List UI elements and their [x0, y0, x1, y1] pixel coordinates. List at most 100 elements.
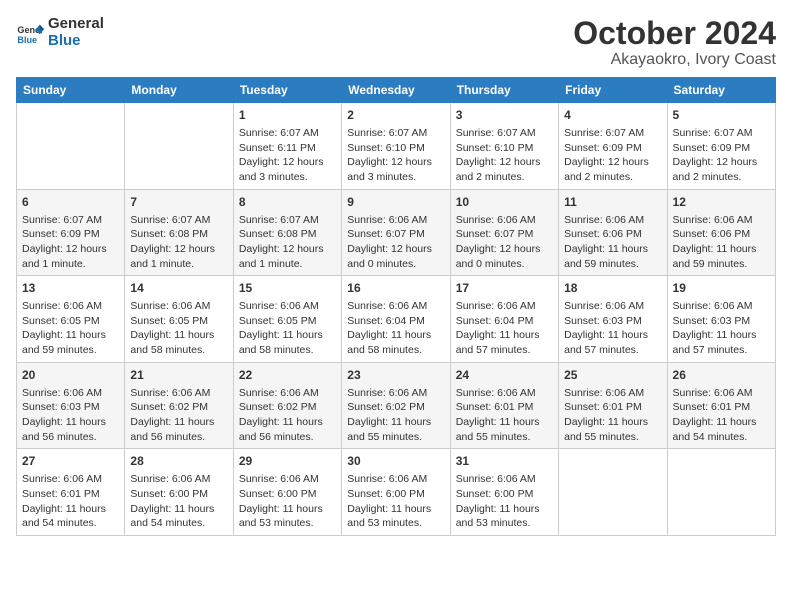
- header-cell-sunday: Sunday: [17, 78, 125, 103]
- header-cell-thursday: Thursday: [450, 78, 558, 103]
- day-detail: Sunrise: 6:06 AMSunset: 6:02 PMDaylight:…: [130, 386, 227, 445]
- header-cell-wednesday: Wednesday: [342, 78, 450, 103]
- day-cell: 31 Sunrise: 6:06 AMSunset: 6:00 PMDayligh…: [450, 449, 558, 536]
- day-detail: Sunrise: 6:06 AMSunset: 6:02 PMDaylight:…: [239, 386, 336, 445]
- svg-text:Blue: Blue: [17, 34, 37, 44]
- day-number: 13: [22, 280, 119, 297]
- day-cell: 8Sunrise: 6:07 AMSunset: 6:08 PMDaylight…: [233, 189, 341, 276]
- day-number: 24: [456, 367, 553, 384]
- day-detail: Sunrise: 6:07 AMSunset: 6:11 PMDaylight:…: [239, 126, 336, 185]
- day-number: 31: [456, 453, 553, 470]
- day-cell: 26 Sunrise: 6:06 AMSunset: 6:01 PMDayligh…: [667, 362, 775, 449]
- day-detail: Sunrise: 6:06 AMSunset: 6:07 PMDaylight:…: [347, 213, 444, 272]
- header-cell-saturday: Saturday: [667, 78, 775, 103]
- day-number: 18: [564, 280, 661, 297]
- day-detail: Sunrise: 6:07 AMSunset: 6:10 PMDaylight:…: [456, 126, 553, 185]
- day-cell: 21Sunrise: 6:06 AMSunset: 6:02 PMDayligh…: [125, 362, 233, 449]
- day-cell: 18 Sunrise: 6:06 AMSunset: 6:03 PMDayligh…: [559, 276, 667, 363]
- day-cell: 1Sunrise: 6:07 AMSunset: 6:11 PMDaylight…: [233, 103, 341, 190]
- day-number: 11: [564, 194, 661, 211]
- day-cell: 22 Sunrise: 6:06 AMSunset: 6:02 PMDayligh…: [233, 362, 341, 449]
- day-detail: Sunrise: 6:06 AMSunset: 6:03 PMDaylight:…: [564, 299, 661, 358]
- day-cell: [559, 449, 667, 536]
- header-cell-friday: Friday: [559, 78, 667, 103]
- day-detail: Sunrise: 6:07 AMSunset: 6:10 PMDaylight:…: [347, 126, 444, 185]
- day-number: 17: [456, 280, 553, 297]
- day-number: 22: [239, 367, 336, 384]
- week-row-3: 13 Sunrise: 6:06 AMSunset: 6:05 PMDayligh…: [17, 276, 776, 363]
- calendar-table: SundayMondayTuesdayWednesdayThursdayFrid…: [16, 77, 776, 536]
- day-cell: 9Sunrise: 6:06 AMSunset: 6:07 PMDaylight…: [342, 189, 450, 276]
- day-cell: 5 Sunrise: 6:07 AMSunset: 6:09 PMDaylight…: [667, 103, 775, 190]
- day-number: 7: [130, 194, 227, 211]
- day-number: 19: [673, 280, 770, 297]
- day-number: 5: [673, 107, 770, 124]
- day-number: 15: [239, 280, 336, 297]
- day-detail: Sunrise: 6:06 AMSunset: 6:01 PMDaylight:…: [456, 386, 553, 445]
- week-row-2: 6 Sunrise: 6:07 AMSunset: 6:09 PMDaylight…: [17, 189, 776, 276]
- day-number: 3: [456, 107, 553, 124]
- day-number: 26: [673, 367, 770, 384]
- day-number: 30: [347, 453, 444, 470]
- day-detail: Sunrise: 6:06 AMSunset: 6:01 PMDaylight:…: [22, 472, 119, 531]
- day-number: 25: [564, 367, 661, 384]
- header-cell-tuesday: Tuesday: [233, 78, 341, 103]
- day-detail: Sunrise: 6:07 AMSunset: 6:09 PMDaylight:…: [564, 126, 661, 185]
- day-detail: Sunrise: 6:06 AMSunset: 6:04 PMDaylight:…: [347, 299, 444, 358]
- day-cell: 4 Sunrise: 6:07 AMSunset: 6:09 PMDaylight…: [559, 103, 667, 190]
- day-detail: Sunrise: 6:06 AMSunset: 6:00 PMDaylight:…: [347, 472, 444, 531]
- day-cell: 17Sunrise: 6:06 AMSunset: 6:04 PMDayligh…: [450, 276, 558, 363]
- day-detail: Sunrise: 6:06 AMSunset: 6:00 PMDaylight:…: [239, 472, 336, 531]
- day-detail: Sunrise: 6:06 AMSunset: 6:00 PMDaylight:…: [456, 472, 553, 531]
- day-detail: Sunrise: 6:07 AMSunset: 6:09 PMDaylight:…: [673, 126, 770, 185]
- day-cell: 14 Sunrise: 6:06 AMSunset: 6:05 PMDayligh…: [125, 276, 233, 363]
- day-detail: Sunrise: 6:06 AMSunset: 6:01 PMDaylight:…: [673, 386, 770, 445]
- day-number: 10: [456, 194, 553, 211]
- logo-icon: General Blue: [16, 19, 44, 47]
- day-detail: Sunrise: 6:06 AMSunset: 6:05 PMDaylight:…: [130, 299, 227, 358]
- day-number: 12: [673, 194, 770, 211]
- day-cell: [667, 449, 775, 536]
- day-cell: 10 Sunrise: 6:06 AMSunset: 6:07 PMDayligh…: [450, 189, 558, 276]
- day-number: 28: [130, 453, 227, 470]
- day-number: 14: [130, 280, 227, 297]
- page-header: General Blue General Blue October 2024 A…: [16, 16, 776, 69]
- day-number: 8: [239, 194, 336, 211]
- day-cell: 29Sunrise: 6:06 AMSunset: 6:00 PMDayligh…: [233, 449, 341, 536]
- day-cell: 30 Sunrise: 6:06 AMSunset: 6:00 PMDayligh…: [342, 449, 450, 536]
- day-detail: Sunrise: 6:06 AMSunset: 6:06 PMDaylight:…: [673, 213, 770, 272]
- day-number: 23: [347, 367, 444, 384]
- day-number: 20: [22, 367, 119, 384]
- logo: General Blue General Blue: [16, 16, 104, 49]
- day-cell: 2 Sunrise: 6:07 AMSunset: 6:10 PMDaylight…: [342, 103, 450, 190]
- day-cell: 20 Sunrise: 6:06 AMSunset: 6:03 PMDayligh…: [17, 362, 125, 449]
- day-detail: Sunrise: 6:06 AMSunset: 6:03 PMDaylight:…: [22, 386, 119, 445]
- day-cell: 3 Sunrise: 6:07 AMSunset: 6:10 PMDaylight…: [450, 103, 558, 190]
- day-number: 2: [347, 107, 444, 124]
- day-detail: Sunrise: 6:06 AMSunset: 6:01 PMDaylight:…: [564, 386, 661, 445]
- day-cell: 12 Sunrise: 6:06 AMSunset: 6:06 PMDayligh…: [667, 189, 775, 276]
- logo-text-general: General: [48, 16, 104, 33]
- day-cell: 13 Sunrise: 6:06 AMSunset: 6:05 PMDayligh…: [17, 276, 125, 363]
- week-row-4: 20 Sunrise: 6:06 AMSunset: 6:03 PMDayligh…: [17, 362, 776, 449]
- day-number: 4: [564, 107, 661, 124]
- day-detail: Sunrise: 6:07 AMSunset: 6:08 PMDaylight:…: [130, 213, 227, 272]
- day-cell: 15Sunrise: 6:06 AMSunset: 6:05 PMDayligh…: [233, 276, 341, 363]
- header-cell-monday: Monday: [125, 78, 233, 103]
- day-detail: Sunrise: 6:06 AMSunset: 6:07 PMDaylight:…: [456, 213, 553, 272]
- day-detail: Sunrise: 6:06 AMSunset: 6:02 PMDaylight:…: [347, 386, 444, 445]
- calendar-subtitle: Akayaokro, Ivory Coast: [573, 51, 776, 69]
- day-number: 6: [22, 194, 119, 211]
- logo-text-blue: Blue: [48, 33, 104, 50]
- day-cell: [125, 103, 233, 190]
- day-cell: 19Sunrise: 6:06 AMSunset: 6:03 PMDayligh…: [667, 276, 775, 363]
- day-detail: Sunrise: 6:06 AMSunset: 6:05 PMDaylight:…: [22, 299, 119, 358]
- day-cell: 23 Sunrise: 6:06 AMSunset: 6:02 PMDayligh…: [342, 362, 450, 449]
- title-block: October 2024 Akayaokro, Ivory Coast: [573, 16, 776, 69]
- day-cell: 7 Sunrise: 6:07 AMSunset: 6:08 PMDaylight…: [125, 189, 233, 276]
- week-row-1: 1Sunrise: 6:07 AMSunset: 6:11 PMDaylight…: [17, 103, 776, 190]
- day-cell: 24 Sunrise: 6:06 AMSunset: 6:01 PMDayligh…: [450, 362, 558, 449]
- day-detail: Sunrise: 6:07 AMSunset: 6:09 PMDaylight:…: [22, 213, 119, 272]
- day-cell: 27Sunrise: 6:06 AMSunset: 6:01 PMDayligh…: [17, 449, 125, 536]
- day-cell: 6 Sunrise: 6:07 AMSunset: 6:09 PMDaylight…: [17, 189, 125, 276]
